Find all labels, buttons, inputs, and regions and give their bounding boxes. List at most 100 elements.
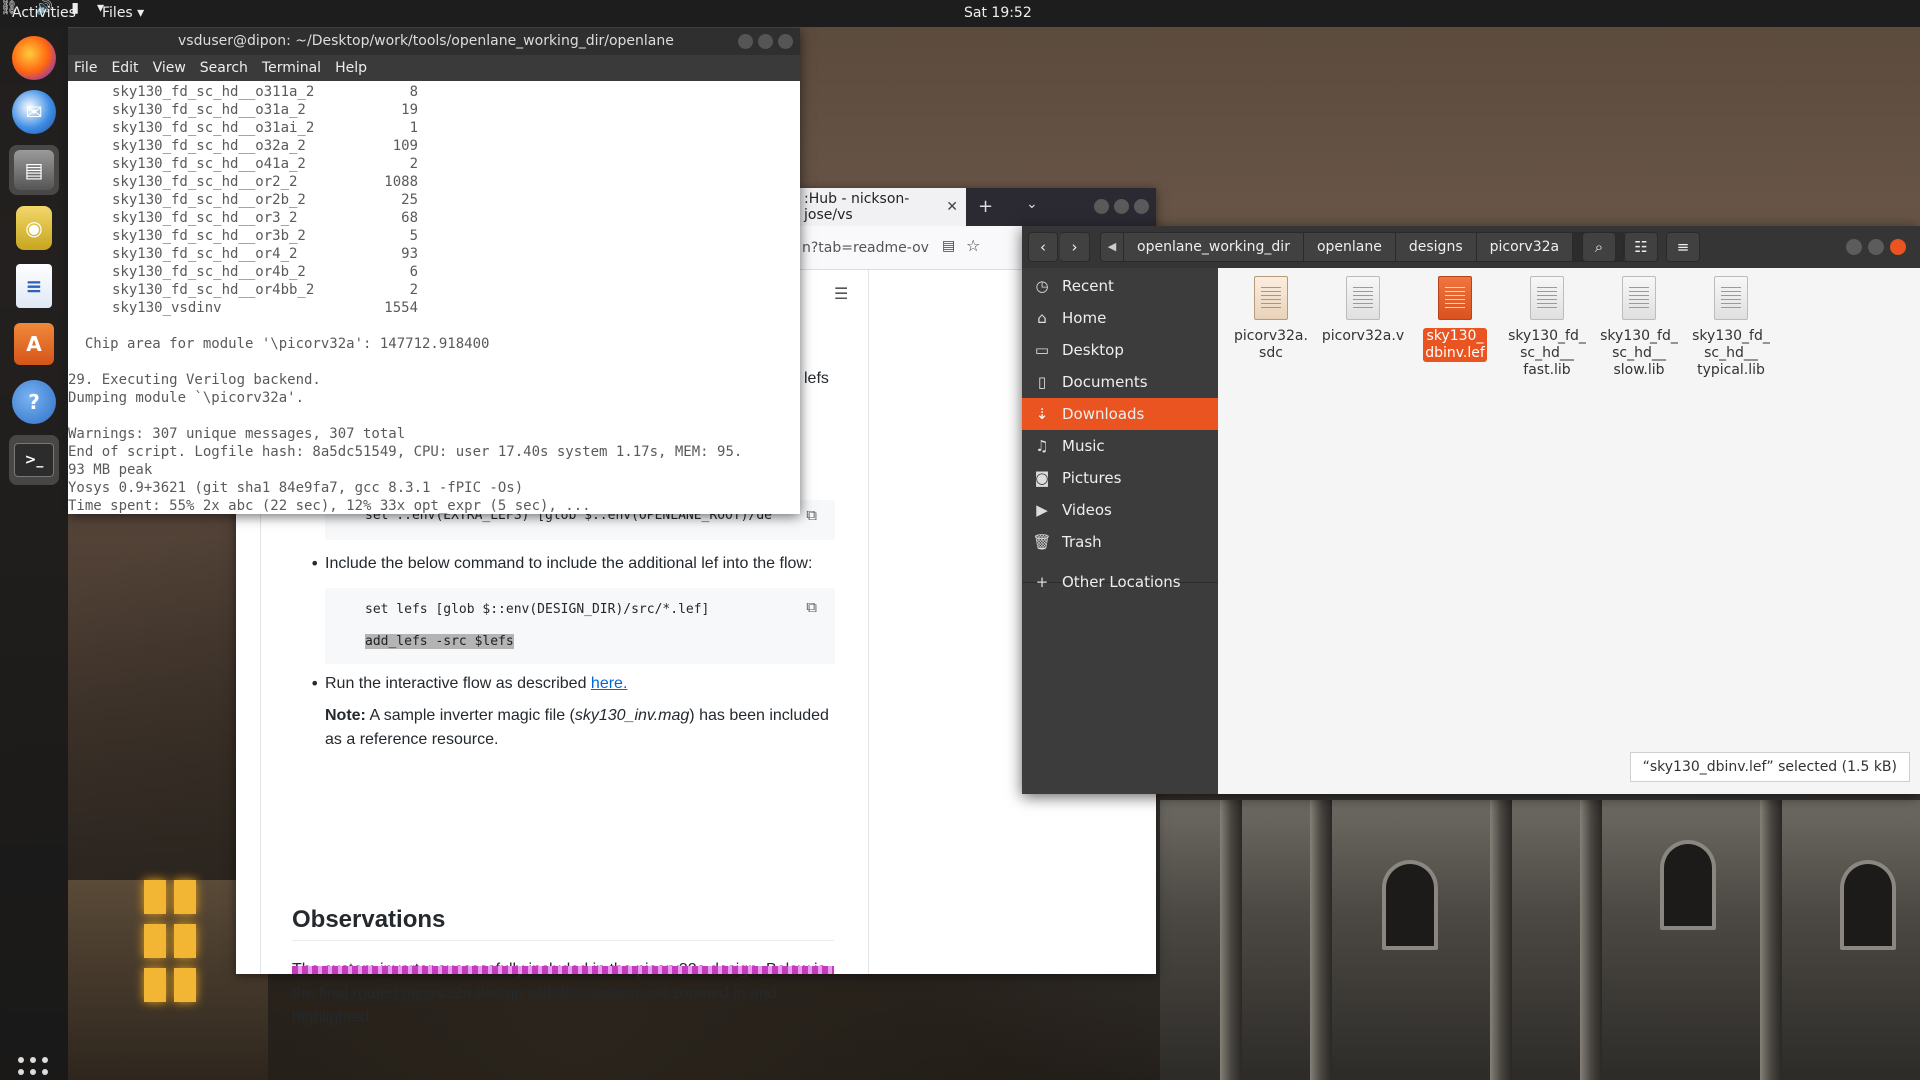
file-item[interactable]: picorv32a.v — [1318, 276, 1408, 345]
sidebar-item-pictures[interactable]: ◙ Pictures — [1022, 462, 1218, 494]
search-button[interactable]: ⌕ — [1582, 232, 1616, 262]
app-menu-files[interactable]: Files ▾ — [102, 5, 144, 21]
back-button[interactable]: ‹ — [1028, 232, 1058, 262]
menu-help[interactable]: Help — [335, 60, 367, 76]
close-icon[interactable] — [778, 34, 793, 49]
url-text[interactable]: n?tab=readme-ov — [802, 240, 929, 256]
file-label: picorv32a.v — [1321, 328, 1405, 344]
menu-file[interactable]: File — [74, 60, 97, 76]
bookmark-star-icon[interactable]: ☆ — [966, 236, 980, 255]
sidebar-item-desktop[interactable]: ▭ Desktop — [1022, 334, 1218, 366]
sidebar-item-label: Desktop — [1062, 341, 1124, 359]
menu-edit[interactable]: Edit — [111, 60, 138, 76]
minimize-icon[interactable] — [738, 34, 753, 49]
copy-icon[interactable]: ⧉ — [806, 506, 817, 524]
sidebar-item-label: Recent — [1062, 277, 1114, 295]
lit-window — [144, 968, 166, 1002]
copy-icon[interactable]: ⧉ — [806, 598, 817, 616]
reader-view-icon[interactable]: ▤ — [942, 238, 955, 254]
dock-thunderbird[interactable]: ✉ — [9, 87, 59, 137]
help-icon: ? — [12, 380, 56, 424]
breadcrumb-item[interactable]: openlane_working_dir — [1123, 233, 1303, 261]
sidebar-item-documents[interactable]: ▯ Documents — [1022, 366, 1218, 398]
maximize-icon[interactable] — [758, 34, 773, 49]
dock-files[interactable]: ▤ — [9, 145, 59, 195]
sidebar-item-trash[interactable]: 🗑 Trash — [1022, 526, 1218, 558]
sidebar-item-label: Home — [1062, 309, 1107, 327]
cell-count-row: sky130_fd_sc_hd__or3b_2 5 — [68, 227, 800, 245]
dock-terminal[interactable]: >_ — [9, 435, 59, 485]
maximize-icon[interactable] — [1868, 239, 1884, 255]
selected-code-line: add_lefs -src $lefs — [365, 634, 514, 649]
sidebar-item-recent[interactable]: ◷ Recent — [1022, 270, 1218, 302]
clock[interactable]: Sat 19:52 — [964, 5, 1032, 21]
menu-terminal[interactable]: Terminal — [262, 60, 321, 76]
lit-window — [144, 924, 166, 958]
cell-count-row: sky130_fd_sc_hd__o31ai_2 1 — [68, 119, 800, 137]
mem-peak-line: 93 MB peak — [68, 462, 153, 478]
close-icon[interactable] — [1890, 239, 1906, 255]
file-item-selected[interactable]: sky130_ dbinv.lef — [1410, 276, 1500, 362]
forward-button[interactable]: › — [1060, 232, 1090, 262]
file-item[interactable]: picorv32a. sdc — [1226, 276, 1316, 362]
minimize-icon[interactable] — [1846, 239, 1862, 255]
breadcrumb-left-arrow-icon[interactable]: ◀ — [1101, 233, 1123, 261]
sidebar-item-label: Downloads — [1062, 405, 1145, 423]
text-file-icon — [1622, 276, 1656, 320]
show-applications-icon[interactable] — [18, 1057, 48, 1080]
yosys-version-line: Yosys 0.9+3621 (git sha1 84e9fa7, gcc 8.… — [68, 480, 524, 496]
observations-line: highlighted. — [292, 1009, 374, 1026]
terminal-titlebar[interactable]: vsduser@dipon: ~/Desktop/work/tools/open… — [68, 28, 800, 55]
cell-count: 8 — [409, 84, 418, 100]
menu-view[interactable]: View — [153, 60, 186, 76]
maximize-icon[interactable] — [1114, 199, 1129, 214]
note-paragraph: Note: A sample inverter magic file (sky1… — [325, 704, 845, 752]
sidebar-item-videos[interactable]: ▶ Videos — [1022, 494, 1218, 526]
system-tray[interactable]: ⛓ 🔊 ▮ ▾ — [0, 0, 1920, 16]
activities-button[interactable]: Activities — [12, 5, 76, 21]
browser-tab-title: :Hub - nickson-jose/vs — [804, 191, 910, 223]
files-view[interactable]: picorv32a. sdc picorv32a.v sky130_ dbinv… — [1218, 268, 1920, 794]
table-of-contents-icon[interactable]: ☰ — [834, 284, 848, 303]
dock-software[interactable]: A — [9, 319, 59, 369]
breadcrumb-item[interactable]: designs — [1394, 233, 1476, 261]
sidebar-item-label: Music — [1062, 437, 1105, 455]
file-item[interactable]: sky130_fd_ sc_hd__ slow.lib — [1594, 276, 1684, 379]
minimize-icon[interactable] — [1094, 199, 1109, 214]
browser-tab[interactable]: :Hub - nickson-jose/vs ✕ — [796, 188, 966, 226]
list-tabs-icon[interactable]: ⌄ — [1026, 196, 1038, 212]
breadcrumb-item[interactable]: picorv32a — [1475, 233, 1572, 261]
menu-search[interactable]: Search — [200, 60, 248, 76]
close-icon[interactable] — [1134, 199, 1149, 214]
new-tab-icon[interactable]: + — [978, 196, 993, 217]
file-item[interactable]: sky130_fd_ sc_hd__ fast.lib — [1502, 276, 1592, 379]
terminal-output[interactable]: sky130_fd_sc_hd__o311a_2 8 sky130_fd_sc_h… — [68, 81, 800, 514]
view-options-button[interactable]: ☷ — [1624, 232, 1658, 262]
here-link[interactable]: here. — [591, 675, 627, 692]
note-filename: sky130_inv.mag — [574, 707, 690, 724]
sidebar-item-other-locations[interactable]: + Other Locations — [1022, 566, 1218, 598]
close-tab-icon[interactable]: ✕ — [946, 199, 958, 215]
design-image — [292, 966, 834, 974]
cell-name: sky130_fd_sc_hd__o31ai_2 — [112, 120, 315, 136]
breadcrumb-item[interactable]: openlane — [1302, 233, 1395, 261]
home-icon: ⌂ — [1037, 309, 1047, 327]
sidebar-item-downloads[interactable]: ⇣ Downloads — [1022, 398, 1218, 430]
speaker-icon: ◉ — [16, 206, 52, 250]
cell-count-row: sky130_fd_sc_hd__o311a_2 8 — [68, 83, 800, 101]
hamburger-menu-button[interactable]: ≡ — [1666, 232, 1700, 262]
dock-firefox[interactable] — [9, 33, 59, 83]
bullet-text: Run the interactive flow as described he… — [325, 672, 627, 696]
sidebar-item-home[interactable]: ⌂ Home — [1022, 302, 1218, 334]
cell-count-row: sky130_fd_sc_hd__or4bb_2 2 — [68, 281, 800, 299]
document-icon: ▯ — [1037, 373, 1047, 391]
software-center-icon: A — [14, 323, 54, 365]
music-icon: ♫ — [1035, 437, 1049, 455]
dock-writer[interactable]: ≡ — [9, 261, 59, 311]
dock-help[interactable]: ? — [9, 377, 59, 427]
sidebar-item-music[interactable]: ♫ Music — [1022, 430, 1218, 462]
file-item[interactable]: sky130_fd_ sc_hd__ typical.lib — [1686, 276, 1776, 379]
sidebar-item-label: Trash — [1062, 533, 1102, 551]
cell-count-row: sky130_fd_sc_hd__or3_2 68 — [68, 209, 800, 227]
dock-rhythmbox[interactable]: ◉ — [9, 203, 59, 253]
